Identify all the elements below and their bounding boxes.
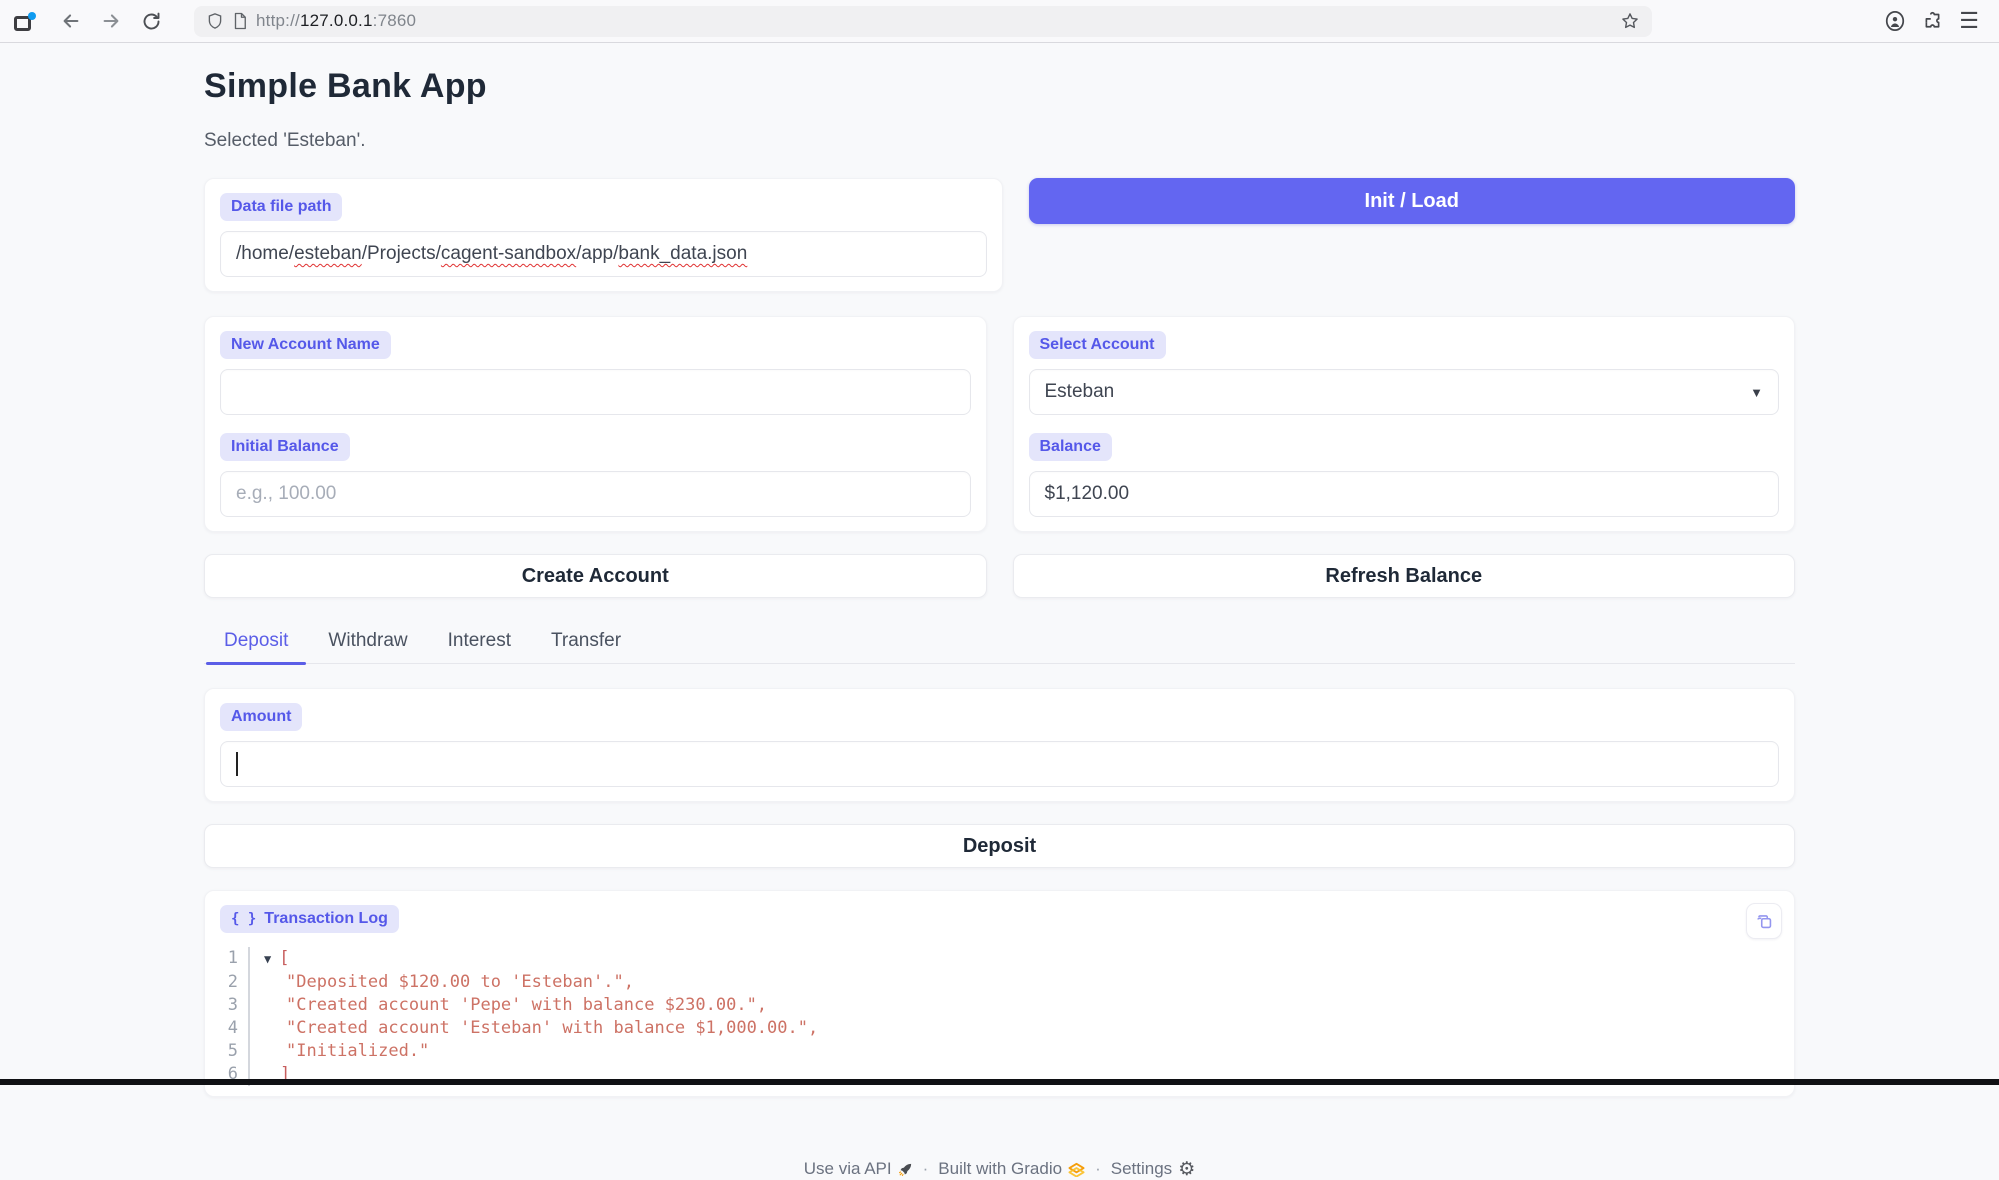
- forward-arrow-icon: [100, 10, 122, 32]
- select-account-dropdown[interactable]: Esteban ▼: [1029, 369, 1780, 415]
- initial-balance-input[interactable]: e.g., 100.00: [220, 471, 971, 517]
- profile-icon[interactable]: [1884, 10, 1906, 32]
- select-account-label: Select Account: [1029, 331, 1166, 359]
- tab-transfer[interactable]: Transfer: [531, 622, 641, 663]
- balance-value: $1,120.00: [1045, 483, 1130, 505]
- balance-label: Balance: [1029, 433, 1112, 461]
- status-text: Selected 'Esteban'.: [204, 130, 1795, 152]
- line-number: 4: [220, 1017, 250, 1040]
- copy-button[interactable]: [1746, 903, 1782, 939]
- init-load-column: Init / Load: [1029, 178, 1796, 292]
- json-braces-icon: { }: [231, 911, 256, 927]
- amount-label: Amount: [220, 703, 302, 731]
- data-file-path-input[interactable]: /home/esteban/Projects/cagent-sandbox/ap…: [220, 231, 987, 277]
- line-number: 1: [220, 947, 250, 971]
- operation-tabs: Deposit Withdraw Interest Transfer: [204, 622, 1795, 664]
- reload-icon: [141, 11, 162, 32]
- path-text: /home/esteban/Projects/cagent-sandbox/ap…: [236, 243, 747, 265]
- footer-separator: ·: [1095, 1159, 1101, 1179]
- line-number: 5: [220, 1040, 250, 1063]
- shield-icon: [206, 12, 224, 30]
- tab-overview-icon[interactable]: [14, 12, 36, 31]
- amount-input[interactable]: [220, 741, 1779, 787]
- bookmark-star-icon[interactable]: [1620, 11, 1640, 31]
- init-load-button[interactable]: Init / Load: [1029, 178, 1796, 224]
- json-line: 2 "Deposited $120.00 to 'Esteban'.",: [220, 971, 1779, 994]
- json-line: 4 "Created account 'Esteban' with balanc…: [220, 1017, 1779, 1040]
- gradio-app: Simple Bank App Selected 'Esteban'. Data…: [0, 43, 1999, 1179]
- initial-balance-placeholder: e.g., 100.00: [236, 483, 336, 505]
- back-button[interactable]: [56, 6, 86, 36]
- menu-icon[interactable]: ☰: [1959, 10, 1979, 32]
- deposit-button[interactable]: Deposit: [204, 824, 1795, 868]
- tab-withdraw[interactable]: Withdraw: [308, 622, 427, 663]
- reload-button[interactable]: [136, 6, 166, 36]
- transaction-log-label: { } Transaction Log: [220, 905, 399, 933]
- gradio-logo-icon: [1068, 1162, 1085, 1177]
- json-line: 1 ▼[: [220, 947, 1779, 971]
- create-account-button[interactable]: Create Account: [204, 554, 987, 598]
- footer-separator: ·: [923, 1159, 929, 1179]
- refresh-balance-button[interactable]: Refresh Balance: [1013, 554, 1796, 598]
- browser-chrome: http://127.0.0.1:7860 ☰: [0, 0, 1999, 43]
- data-file-path-block: Data file path /home/esteban/Projects/ca…: [204, 178, 1003, 292]
- collapse-triangle-icon[interactable]: ▼: [264, 952, 271, 966]
- extensions-icon[interactable]: [1922, 11, 1943, 32]
- chevron-down-icon: ▼: [1750, 385, 1763, 400]
- data-file-path-label: Data file path: [220, 193, 342, 221]
- amount-block: Amount: [204, 688, 1795, 802]
- json-line: 3 "Created account 'Pepe' with balance $…: [220, 994, 1779, 1017]
- initial-balance-label: Initial Balance: [220, 433, 350, 461]
- tab-deposit[interactable]: Deposit: [204, 622, 308, 663]
- url-bar[interactable]: http://127.0.0.1:7860: [194, 6, 1652, 37]
- selected-account-value: Esteban: [1045, 381, 1115, 403]
- page-icon: [232, 12, 248, 30]
- url-text: http://127.0.0.1:7860: [256, 11, 1612, 31]
- line-number: 3: [220, 994, 250, 1017]
- forward-button[interactable]: [96, 6, 126, 36]
- json-view: 1 ▼[ 2 "Deposited $120.00 to 'Esteban'."…: [220, 947, 1779, 1086]
- copy-icon: [1755, 912, 1774, 931]
- gradio-footer: Use via API · Built with Gradio · Settin…: [204, 1159, 1795, 1179]
- use-via-api-link[interactable]: Use via API: [804, 1159, 913, 1179]
- built-with-gradio-link[interactable]: Built with Gradio: [938, 1159, 1085, 1179]
- gear-icon: ⚙: [1178, 1160, 1195, 1179]
- select-account-block: Select Account Esteban ▼ Balance $1,120.…: [1013, 316, 1796, 532]
- settings-link[interactable]: Settings ⚙: [1111, 1159, 1195, 1179]
- text-cursor: [236, 752, 238, 776]
- tab-interest[interactable]: Interest: [428, 622, 531, 663]
- balance-field[interactable]: $1,120.00: [1029, 471, 1780, 517]
- page-title: Simple Bank App: [204, 67, 1795, 106]
- line-number: 2: [220, 971, 250, 994]
- new-account-name-input[interactable]: [220, 369, 971, 415]
- json-line: 5 "Initialized.": [220, 1040, 1779, 1063]
- rocket-icon: [898, 1162, 913, 1177]
- screen-bottom-edge: [0, 1079, 1999, 1085]
- new-account-name-label: New Account Name: [220, 331, 391, 359]
- create-account-block: New Account Name Initial Balance e.g., 1…: [204, 316, 987, 532]
- back-arrow-icon: [60, 10, 82, 32]
- transaction-log-block: { } Transaction Log 1 ▼[ 2 "Deposited $1…: [204, 890, 1795, 1097]
